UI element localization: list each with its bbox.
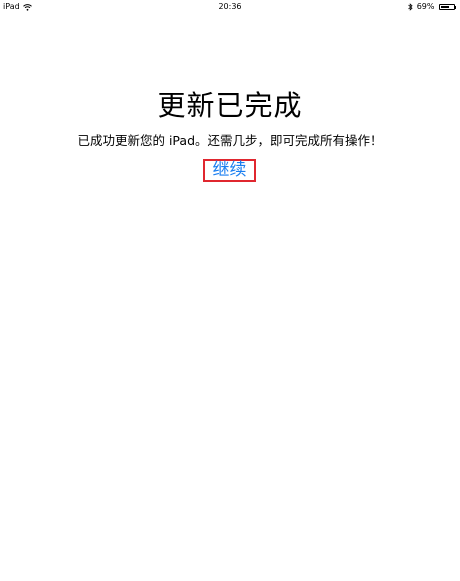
status-right: 69% <box>407 0 456 14</box>
update-message: 已成功更新您的 iPad。还需几步，即可完成所有操作！ <box>77 133 383 148</box>
continue-highlight: 继续 <box>203 159 256 182</box>
bluetooth-icon <box>407 3 413 11</box>
continue-button[interactable]: 继续 <box>213 162 247 179</box>
status-time: 20:36 <box>218 2 242 11</box>
page-title: 更新已完成 <box>157 89 303 122</box>
battery-icon <box>438 4 456 10</box>
battery-percent: 69% <box>416 2 435 11</box>
status-bar: iPad 20:36 69% <box>0 0 460 14</box>
update-complete-screen: iPad 20:36 69% 更新已完成 已成功更新您的 iPad。还需几步，即… <box>0 0 460 581</box>
